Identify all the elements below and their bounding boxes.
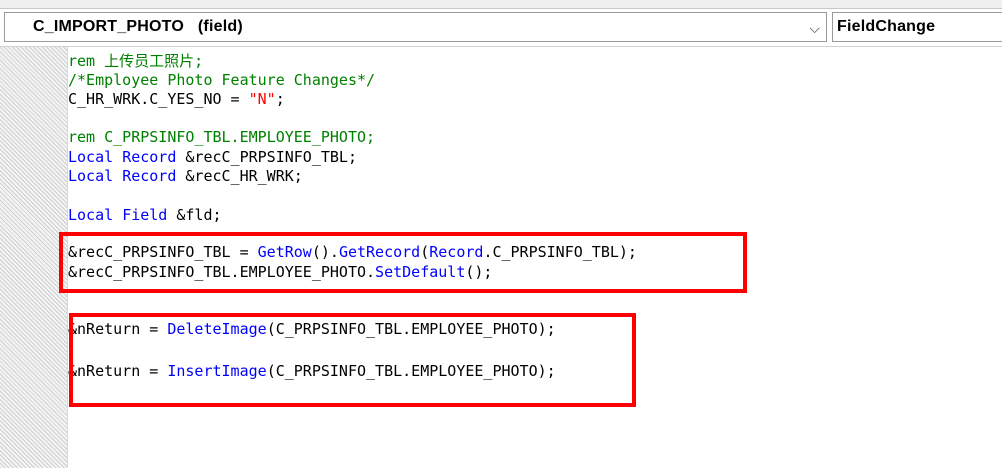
code-line[interactable]: rem 上传员工照片; <box>68 51 203 71</box>
code-token-keyword: Local <box>68 148 123 166</box>
editor-toolbar: C_IMPORT_PHOTO (field) ⌵ FieldChange <box>0 9 1002 46</box>
code-token-string: "N" <box>248 90 276 108</box>
code-token-plain: &fld; <box>167 206 222 224</box>
code-token-plain: &recC_HR_WRK; <box>176 167 303 185</box>
code-line[interactable]: C_HR_WRK.C_YES_NO = "N"; <box>68 89 285 109</box>
window-top-strip <box>0 0 1002 9</box>
code-line[interactable]: /*Employee Photo Feature Changes*/ <box>68 70 375 90</box>
code-line[interactable]: rem C_PRPSINFO_TBL.EMPLOYEE_PHOTO; <box>68 127 375 147</box>
code-token-keyword: Local <box>68 206 123 224</box>
object-selector-dropdown[interactable]: C_IMPORT_PHOTO (field) ⌵ <box>4 12 827 42</box>
code-token-keyword: Field <box>122 206 168 224</box>
event-selector-value: FieldChange <box>837 18 936 35</box>
highlight-box-image-calls <box>69 313 636 407</box>
event-selector-dropdown[interactable]: FieldChange <box>832 12 1002 42</box>
code-line[interactable]: Local Record &recC_PRPSINFO_TBL; <box>68 147 357 167</box>
code-token-keyword: Local <box>68 167 123 185</box>
code-token-plain: C_HR_WRK.C_YES_NO = <box>68 90 249 108</box>
code-token-plain: &recC_PRPSINFO_TBL; <box>176 148 357 166</box>
code-token-comment: rem C_PRPSINFO_TBL.EMPLOYEE_PHOTO; <box>68 128 376 146</box>
code-token-comment: rem 上传员工照片; <box>68 52 204 70</box>
code-line[interactable]: Local Record &recC_HR_WRK; <box>68 166 303 186</box>
highlight-box-getrecord <box>59 232 747 293</box>
code-token-comment: /*Employee Photo Feature Changes*/ <box>68 71 376 89</box>
code-line[interactable]: Local Field &fld; <box>68 205 222 225</box>
code-token-keyword: Record <box>122 167 177 185</box>
editor-gutter <box>0 47 68 468</box>
code-token-keyword: Record <box>122 148 177 166</box>
object-selector-value: C_IMPORT_PHOTO (field) <box>33 18 243 35</box>
chevron-down-icon[interactable]: ⌵ <box>809 21 820 35</box>
code-token-plain: ; <box>275 90 285 108</box>
